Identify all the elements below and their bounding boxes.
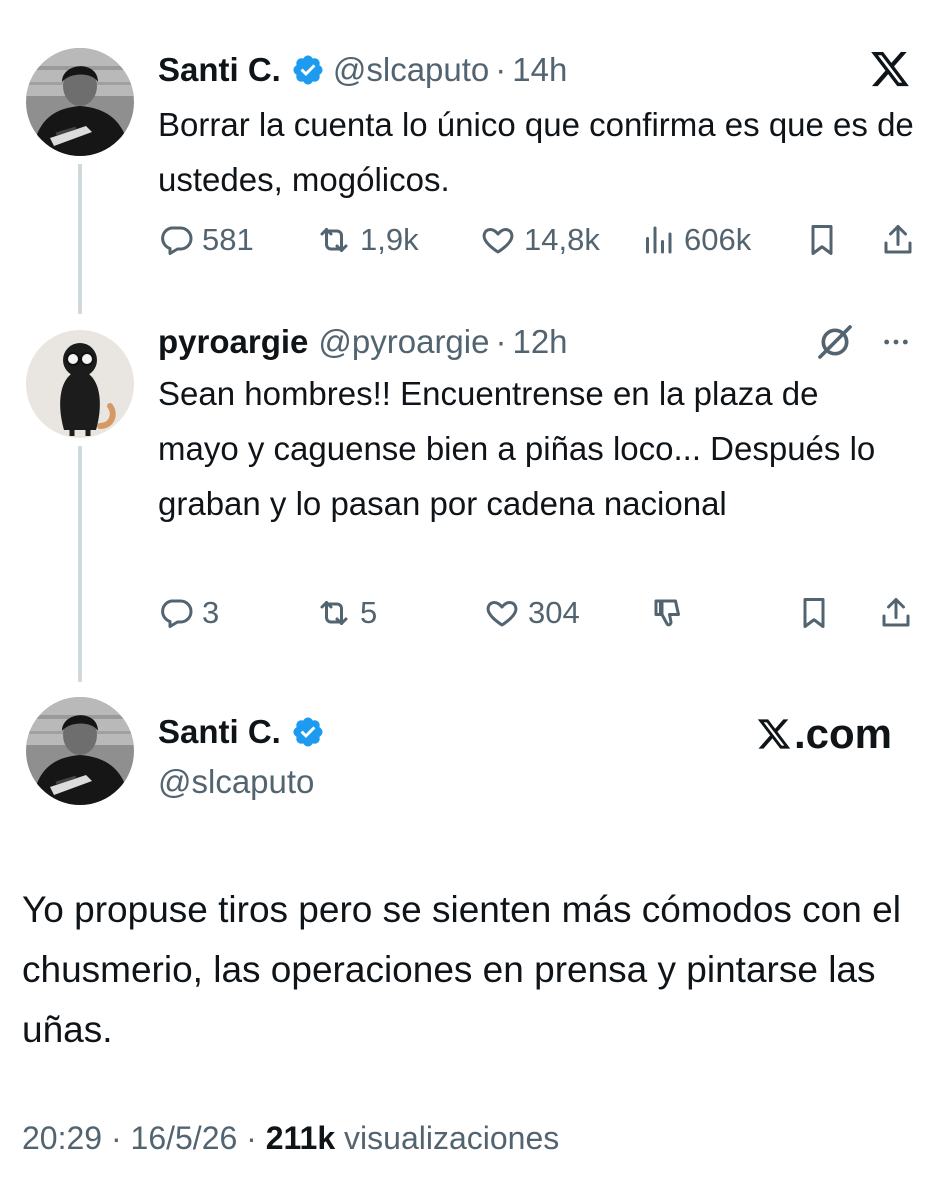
x-logo-icon (868, 48, 912, 90)
more-icon[interactable] (876, 326, 916, 358)
author-name[interactable]: pyroargie (158, 323, 308, 361)
reply-button[interactable]: 581 (158, 218, 254, 262)
tweet-author-row: pyroargie @pyroargie · 12h (158, 320, 568, 364)
bookmark-button[interactable] (796, 591, 840, 635)
avatar-santi[interactable] (26, 697, 134, 805)
thread-line (78, 446, 82, 682)
share-icon (880, 222, 916, 258)
like-button[interactable]: 304 (484, 591, 580, 635)
avatar-pyroargie[interactable] (26, 330, 134, 438)
like-count: 14,8k (524, 222, 600, 257)
tweet-author-row: Santi C. @slcaputo · 14h (158, 48, 567, 92)
verified-badge-icon (291, 53, 325, 87)
author-handle[interactable]: @slcaputo (333, 51, 489, 89)
separator-dot: · (495, 323, 507, 360)
x-logo-icon (756, 716, 792, 752)
bookmark-icon (796, 595, 832, 631)
repost-count: 1,9k (360, 222, 419, 257)
tweet-time[interactable]: 14h (512, 51, 567, 89)
repost-icon (316, 222, 352, 258)
reply-icon (158, 595, 194, 631)
reply-icon (158, 222, 194, 258)
like-icon (484, 595, 520, 631)
separator-dot: · (495, 51, 507, 88)
views-label: visualizaciones (344, 1120, 560, 1156)
dislike-button[interactable] (650, 591, 694, 635)
tweet-date[interactable]: 16/5/26 (131, 1120, 238, 1156)
tweet-text: Sean hombres!! Encuentrense en la plaza … (158, 375, 876, 522)
thread-line (78, 164, 82, 314)
repost-button[interactable]: 5 (316, 591, 377, 635)
like-count: 304 (528, 595, 580, 630)
dislike-icon (650, 595, 686, 631)
reply-count: 3 (202, 595, 220, 630)
tweet-time[interactable]: 12h (512, 323, 567, 361)
views-button[interactable]: 606k (640, 218, 751, 262)
bookmark-icon (804, 222, 840, 258)
avatar-santi[interactable] (26, 48, 134, 156)
tweet-meta: 20:29 · 16/5/26 · 211k visualizaciones (22, 1120, 559, 1157)
author-name[interactable]: Santi C. (158, 713, 281, 751)
reply-count: 581 (202, 222, 254, 257)
bookmark-button[interactable] (804, 218, 848, 262)
tweet-text: Borrar la cuenta lo único que confirma e… (158, 106, 914, 198)
tweet-actions: 3 5 304 (158, 591, 918, 635)
share-button[interactable] (880, 218, 924, 262)
tweet-timestamp[interactable]: 20:29 (22, 1120, 102, 1156)
like-button[interactable]: 14,8k (480, 218, 600, 262)
share-button[interactable] (878, 591, 922, 635)
separator-dot: · (246, 1120, 257, 1156)
share-icon (878, 595, 914, 631)
repost-icon (316, 595, 352, 631)
tweet-actions: 581 1,9k 14,8k 606k (158, 218, 918, 262)
author-handle[interactable]: @pyroargie (318, 323, 489, 361)
repost-count: 5 (360, 595, 378, 630)
verified-badge-icon (291, 715, 325, 749)
grok-icon[interactable] (815, 322, 855, 362)
separator-dot: · (110, 1120, 122, 1156)
author-name[interactable]: Santi C. (158, 51, 281, 89)
views-total: 211k (265, 1120, 336, 1156)
like-icon (480, 222, 516, 258)
tweet-author-row: Santi C. (158, 710, 333, 754)
tweet-text: Yo propuse tiros pero se sienten más cóm… (22, 889, 901, 1050)
x-com-brand: .com (756, 710, 892, 758)
views-count: 606k (684, 222, 752, 257)
brand-domain: .com (794, 710, 893, 757)
views-icon (640, 222, 676, 258)
author-handle[interactable]: @slcaputo (158, 763, 314, 801)
repost-button[interactable]: 1,9k (316, 218, 419, 262)
reply-button[interactable]: 3 (158, 591, 219, 635)
author-handle-row: @slcaputo (158, 760, 314, 804)
